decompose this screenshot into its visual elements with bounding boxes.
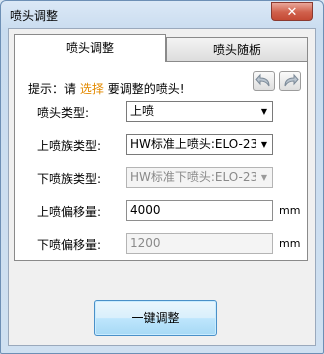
lower-offset-unit: mm bbox=[279, 237, 301, 250]
dialog-client-area: 喷头调整 喷头随栃 提示：请 选择 要调整的喷头! 喷头类型: 上喷 ▼ 上喷族… bbox=[8, 28, 316, 346]
upper-family-label: 上喷族类型: bbox=[37, 139, 102, 153]
lower-offset-input: 1200 bbox=[126, 233, 273, 254]
lower-family-value: HW标准下喷头:ELO-23 bbox=[130, 170, 259, 184]
undo-icon bbox=[255, 73, 270, 87]
window-title: 喷头调整 bbox=[10, 9, 59, 23]
upper-offset-value: 4000 bbox=[130, 203, 161, 217]
redo-button[interactable] bbox=[279, 71, 301, 91]
upper-offset-unit: mm bbox=[279, 204, 301, 217]
hint-highlight: 选择 bbox=[79, 82, 104, 96]
hint-suffix: 要调整的喷头! bbox=[107, 82, 185, 96]
tab-nozzle-adjust[interactable]: 喷头调整 bbox=[14, 34, 166, 62]
tab-panel: 提示：请 选择 要调整的喷头! 喷头类型: 上喷 ▼ 上喷族类型: HW标准上喷… bbox=[14, 61, 308, 261]
tab-nozzle-follow[interactable]: 喷头随栃 bbox=[166, 37, 308, 63]
close-icon: ✕ bbox=[286, 5, 298, 20]
hint-prefix: 提示：请 bbox=[28, 82, 77, 96]
tab-label: 喷头调整 bbox=[65, 41, 114, 55]
upper-offset-label: 上喷偏移量: bbox=[37, 205, 102, 219]
chevron-down-icon: ▼ bbox=[256, 135, 272, 154]
tab-label: 喷头随栃 bbox=[212, 43, 261, 57]
upper-offset-input[interactable]: 4000 bbox=[126, 200, 273, 221]
redo-icon bbox=[284, 73, 299, 87]
nozzle-type-select[interactable]: 上喷 ▼ bbox=[126, 101, 273, 122]
nozzle-type-value: 上喷 bbox=[130, 104, 155, 118]
chevron-down-icon: ▼ bbox=[256, 168, 272, 187]
lower-offset-value: 1200 bbox=[130, 236, 161, 250]
upper-family-select[interactable]: HW标准上喷头:ELO-23 ▼ bbox=[126, 134, 273, 155]
close-button[interactable]: ✕ bbox=[271, 2, 313, 21]
one-click-adjust-label: 一键调整 bbox=[131, 311, 180, 325]
undo-button[interactable] bbox=[253, 71, 275, 91]
title-bar[interactable]: 喷头调整 ✕ bbox=[1, 1, 323, 29]
chevron-down-icon: ▼ bbox=[256, 102, 272, 121]
nozzle-type-label: 喷头类型: bbox=[37, 106, 90, 120]
hint-text: 提示：请 选择 要调整的喷头! bbox=[28, 80, 185, 97]
lower-family-label: 下喷族类型: bbox=[37, 172, 102, 186]
dialog-window: 喷头调整 ✕ 喷头调整 喷头随栃 提示：请 选择 要调整的喷头! 喷头类型: 上… bbox=[0, 0, 324, 354]
upper-family-value: HW标准上喷头:ELO-23 bbox=[130, 137, 259, 151]
one-click-adjust-button[interactable]: 一键调整 bbox=[94, 300, 217, 336]
lower-family-select: HW标准下喷头:ELO-23 ▼ bbox=[126, 167, 273, 188]
lower-offset-label: 下喷偏移量: bbox=[37, 238, 102, 252]
